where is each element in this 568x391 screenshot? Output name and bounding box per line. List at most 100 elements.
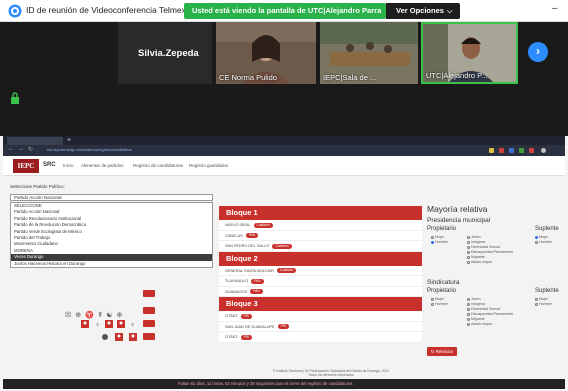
radio-icon[interactable]: [467, 255, 470, 259]
next-page-button[interactable]: ›: [528, 42, 548, 62]
radio-icon[interactable]: [431, 302, 434, 306]
radio-option[interactable]: Joven: [467, 235, 481, 239]
radio-icon[interactable]: [535, 302, 538, 306]
extension-icon[interactable]: [489, 148, 494, 153]
radio-option[interactable]: Hombre: [431, 240, 448, 244]
participant-name: IEPC|Sala de ...: [323, 73, 377, 82]
radio-option[interactable]: Indígena: [467, 240, 485, 244]
radio-label: Indígena: [471, 240, 485, 244]
svg-text:♀: ♀: [130, 322, 135, 328]
municipality-row[interactable]: GUANACEVÍ PAN: [219, 286, 422, 297]
municipality-row[interactable]: CANELAS PAN: [219, 230, 422, 241]
assign-button[interactable]: [143, 307, 155, 314]
nav-link-inicio[interactable]: Inicio: [63, 163, 74, 168]
meeting-title: ID de reunión de Videoconferencia Telmex…: [26, 5, 208, 15]
radio-icon[interactable]: [467, 250, 470, 254]
screen-share-banner: Usted está viendo la pantalla de UTC|Ale…: [184, 3, 386, 19]
radio-icon[interactable]: [467, 260, 470, 264]
radio-label: Joven: [471, 235, 481, 239]
video-tile-norma[interactable]: CE Norma Pulido: [216, 22, 316, 84]
radio-option[interactable]: Mujer: [431, 235, 444, 239]
municipality-row[interactable]: OTÁEZ PRI: [219, 311, 422, 322]
radio-option[interactable]: Hombre: [431, 302, 448, 306]
extension-icon[interactable]: [529, 148, 534, 153]
radio-icon[interactable]: [431, 240, 434, 244]
browser-tab-bar: +: [3, 136, 565, 145]
radio-icon[interactable]: [467, 317, 470, 321]
forward-icon[interactable]: →: [18, 146, 24, 152]
municipality-row[interactable]: OTÁEZ PRI: [219, 332, 422, 343]
minimize-button[interactable]: –: [552, 3, 558, 14]
radio-icon[interactable]: [431, 235, 434, 239]
video-tile-silvia[interactable]: Silvia.Zepeda: [118, 22, 212, 84]
browser-tab[interactable]: [7, 137, 63, 145]
radio-icon[interactable]: [467, 235, 470, 239]
propietario-header: Propietario: [427, 226, 457, 232]
party-badge: PRI: [240, 334, 252, 340]
radio-option[interactable]: Discapacidad Permanente: [467, 250, 513, 254]
party-option[interactable]: Juntos Hacemos Historia en Durango: [11, 261, 212, 267]
nav-link-registro[interactable]: Registro de candidaturas: [133, 163, 183, 168]
extension-icon[interactable]: [499, 148, 504, 153]
radio-icon[interactable]: [467, 245, 470, 249]
extension-icon[interactable]: [519, 148, 524, 153]
municipality-row[interactable]: GENERAL SIMÓN BOLÍVAR Coalición: [219, 265, 422, 276]
video-tile-iepc[interactable]: IEPC|Sala de ...: [320, 22, 418, 84]
profile-icon[interactable]: [541, 148, 546, 153]
radio-option[interactable]: Indígena: [467, 302, 485, 306]
radio-icon[interactable]: [467, 240, 470, 244]
radio-icon[interactable]: [431, 297, 434, 301]
radio-option[interactable]: Adulto mayor: [467, 260, 492, 264]
municipality-row[interactable]: SAN PEDRO DEL GALLO Coalición: [219, 241, 422, 252]
radio-label: Indígena: [471, 302, 485, 306]
radio-option[interactable]: Diversidad Sexual: [467, 245, 500, 249]
radio-option[interactable]: Mujer: [535, 297, 548, 301]
radio-option[interactable]: Hombre: [535, 240, 552, 244]
majority-title: Mayoría relativa: [427, 204, 488, 214]
video-tile-alejandro[interactable]: UTC|Alejandro P...: [421, 22, 518, 84]
radio-option[interactable]: Migrante: [467, 317, 485, 321]
back-icon[interactable]: ←: [8, 146, 14, 152]
nav-link-guardados[interactable]: Registro guardados: [189, 163, 228, 168]
radio-option[interactable]: Adulto mayor: [467, 322, 492, 326]
assign-button[interactable]: [143, 320, 155, 327]
radio-icon[interactable]: [467, 302, 470, 306]
municipality-name: TLAHUALILO: [225, 279, 249, 283]
reload-icon[interactable]: ↻: [28, 146, 33, 153]
radio-icon[interactable]: [467, 297, 470, 301]
radio-label: Joven: [471, 297, 481, 301]
radio-icon[interactable]: [467, 322, 470, 326]
url-field[interactable]: ine.iepcdurango.mx/sistema/registro/cand…: [47, 147, 197, 153]
reset-button[interactable]: ↻ Reiniciar: [427, 347, 457, 356]
radio-option[interactable]: Diversidad Sexual: [467, 307, 500, 311]
new-tab-icon[interactable]: +: [67, 136, 71, 145]
radio-icon[interactable]: [467, 307, 470, 311]
radio-option[interactable]: Hombre: [535, 302, 552, 306]
radio-option[interactable]: Discapacidad Permanente: [467, 312, 513, 316]
municipality-row[interactable]: TLAHUALILO PAN: [219, 276, 422, 287]
radio-option[interactable]: Joven: [467, 297, 481, 301]
site-title[interactable]: SRC: [43, 162, 56, 168]
radio-option[interactable]: Migrante: [467, 255, 485, 259]
gear-icon: [102, 334, 108, 340]
view-options-button[interactable]: Ver Opciones ⌵: [386, 3, 460, 19]
radio-option[interactable]: Mujer: [431, 297, 444, 301]
assign-button[interactable]: [143, 290, 155, 297]
radio-icon[interactable]: [535, 240, 538, 244]
radio-label: Discapacidad Permanente: [471, 250, 514, 254]
party-badge: Coalición: [253, 222, 273, 228]
nav-link-alimentar[interactable]: Alimentar de partidos: [81, 163, 124, 168]
zoom-window: ID de reunión de Videoconferencia Telmex…: [0, 0, 568, 136]
radio-option[interactable]: Mujer: [535, 235, 548, 239]
municipality-row[interactable]: NUEVO IDEAL Coalición: [219, 220, 422, 231]
radio-icon[interactable]: [535, 235, 538, 239]
radio-icon[interactable]: [467, 312, 470, 316]
assign-button[interactable]: [143, 333, 155, 340]
iepc-logo[interactable]: IEPC: [13, 159, 39, 173]
municipality-row[interactable]: SAN JUAN DE GUADALUPE PRI: [219, 321, 422, 332]
party-select[interactable]: Partido Acción Nacional: [10, 194, 213, 201]
radio-label: Migrante: [471, 255, 485, 259]
radio-icon[interactable]: [535, 297, 538, 301]
svg-text:♀: ♀: [95, 322, 100, 328]
extension-icon[interactable]: [509, 148, 514, 153]
